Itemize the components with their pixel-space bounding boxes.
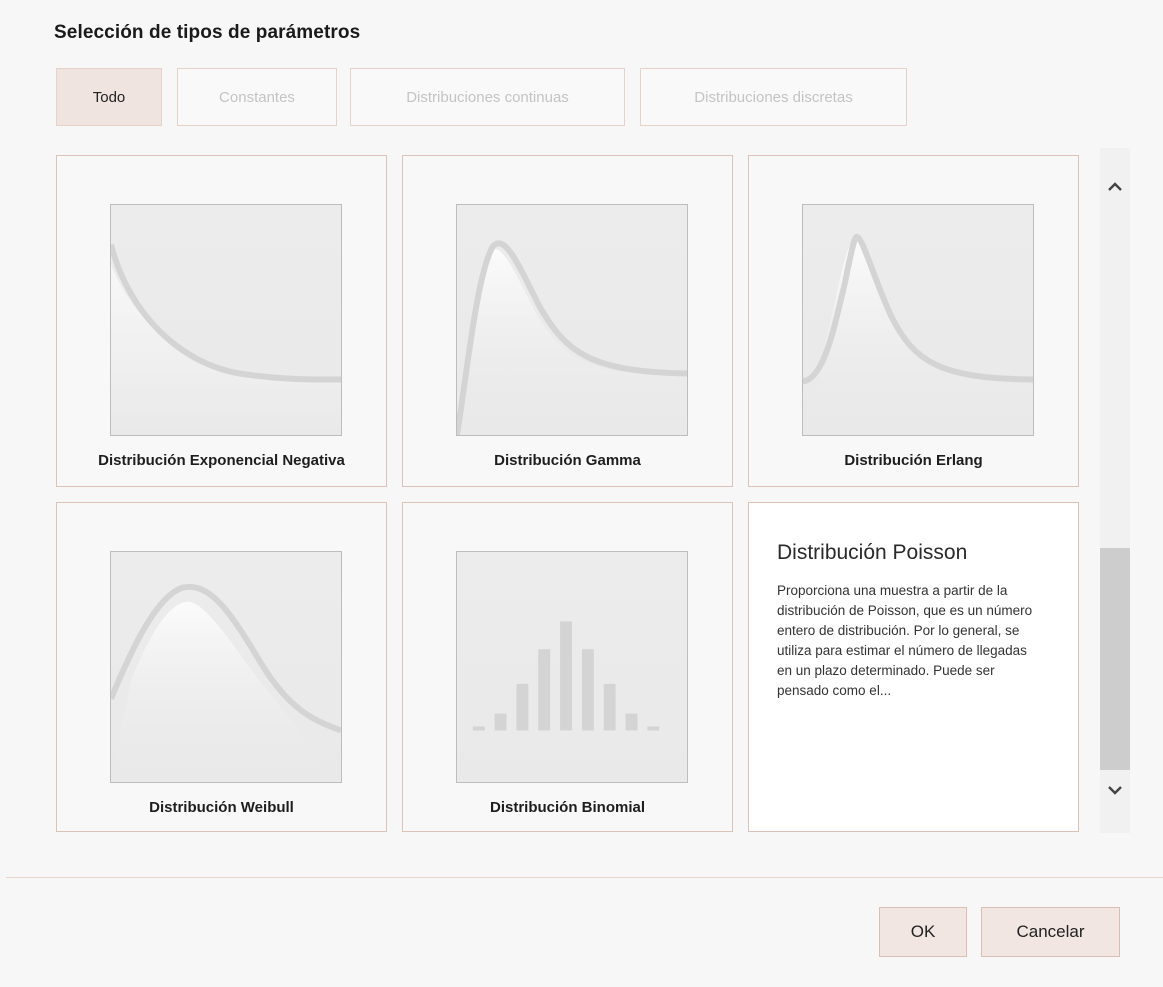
ok-button[interactable]: OK xyxy=(879,907,967,957)
scroll-down-button[interactable] xyxy=(1100,775,1130,805)
gamma-curve-icon xyxy=(456,204,688,436)
tab-distribuciones-discretas[interactable]: Distribuciones discretas xyxy=(640,68,907,126)
scroll-up-button[interactable] xyxy=(1100,172,1130,202)
card-label: Distribución Erlang xyxy=(844,452,983,469)
tab-label: Distribuciones discretas xyxy=(694,88,853,106)
chevron-down-icon xyxy=(1108,786,1122,795)
chevron-up-icon xyxy=(1108,182,1122,191)
card-weibull[interactable]: Distribución Weibull xyxy=(56,502,387,832)
tab-constantes[interactable]: Constantes xyxy=(177,68,337,126)
card-gamma[interactable]: Distribución Gamma xyxy=(402,155,733,487)
weibull-curve-icon xyxy=(110,551,342,783)
footer-divider xyxy=(6,877,1163,878)
binomial-bars-icon xyxy=(456,551,688,783)
card-label: Distribución Binomial xyxy=(489,799,645,816)
cancel-button[interactable]: Cancelar xyxy=(981,907,1120,957)
dialog-title: Selección de tipos de parámetros xyxy=(54,22,361,43)
detail-description: Proporciona una muestra a partir de la d… xyxy=(777,583,1033,698)
card-exponencial-negativa[interactable]: Distribución Exponencial Negativa xyxy=(56,155,387,487)
negative-exponential-curve-icon xyxy=(110,204,342,436)
card-erlang[interactable]: Distribución Erlang xyxy=(748,155,1079,487)
ok-button-label: OK xyxy=(910,922,936,941)
card-poisson-detail[interactable]: Distribución Poisson Proporciona una mue… xyxy=(748,502,1079,832)
card-binomial[interactable]: Distribución Binomial xyxy=(402,502,733,832)
detail-title: Distribución Poisson xyxy=(777,541,968,564)
card-label: Distribución Exponencial Negativa xyxy=(98,452,345,469)
tab-todo[interactable]: Todo xyxy=(56,68,162,126)
tab-distribuciones-continuas[interactable]: Distribuciones continuas xyxy=(350,68,625,126)
card-label: Distribución Gamma xyxy=(494,452,641,469)
tab-label: Distribuciones continuas xyxy=(406,88,569,106)
erlang-curve-icon xyxy=(802,204,1034,436)
scrollbar-thumb[interactable] xyxy=(1100,548,1130,770)
tab-label: Constantes xyxy=(219,88,295,106)
card-label: Distribución Weibull xyxy=(149,799,294,816)
cancel-button-label: Cancelar xyxy=(1016,922,1085,941)
tab-label: Todo xyxy=(92,88,126,106)
